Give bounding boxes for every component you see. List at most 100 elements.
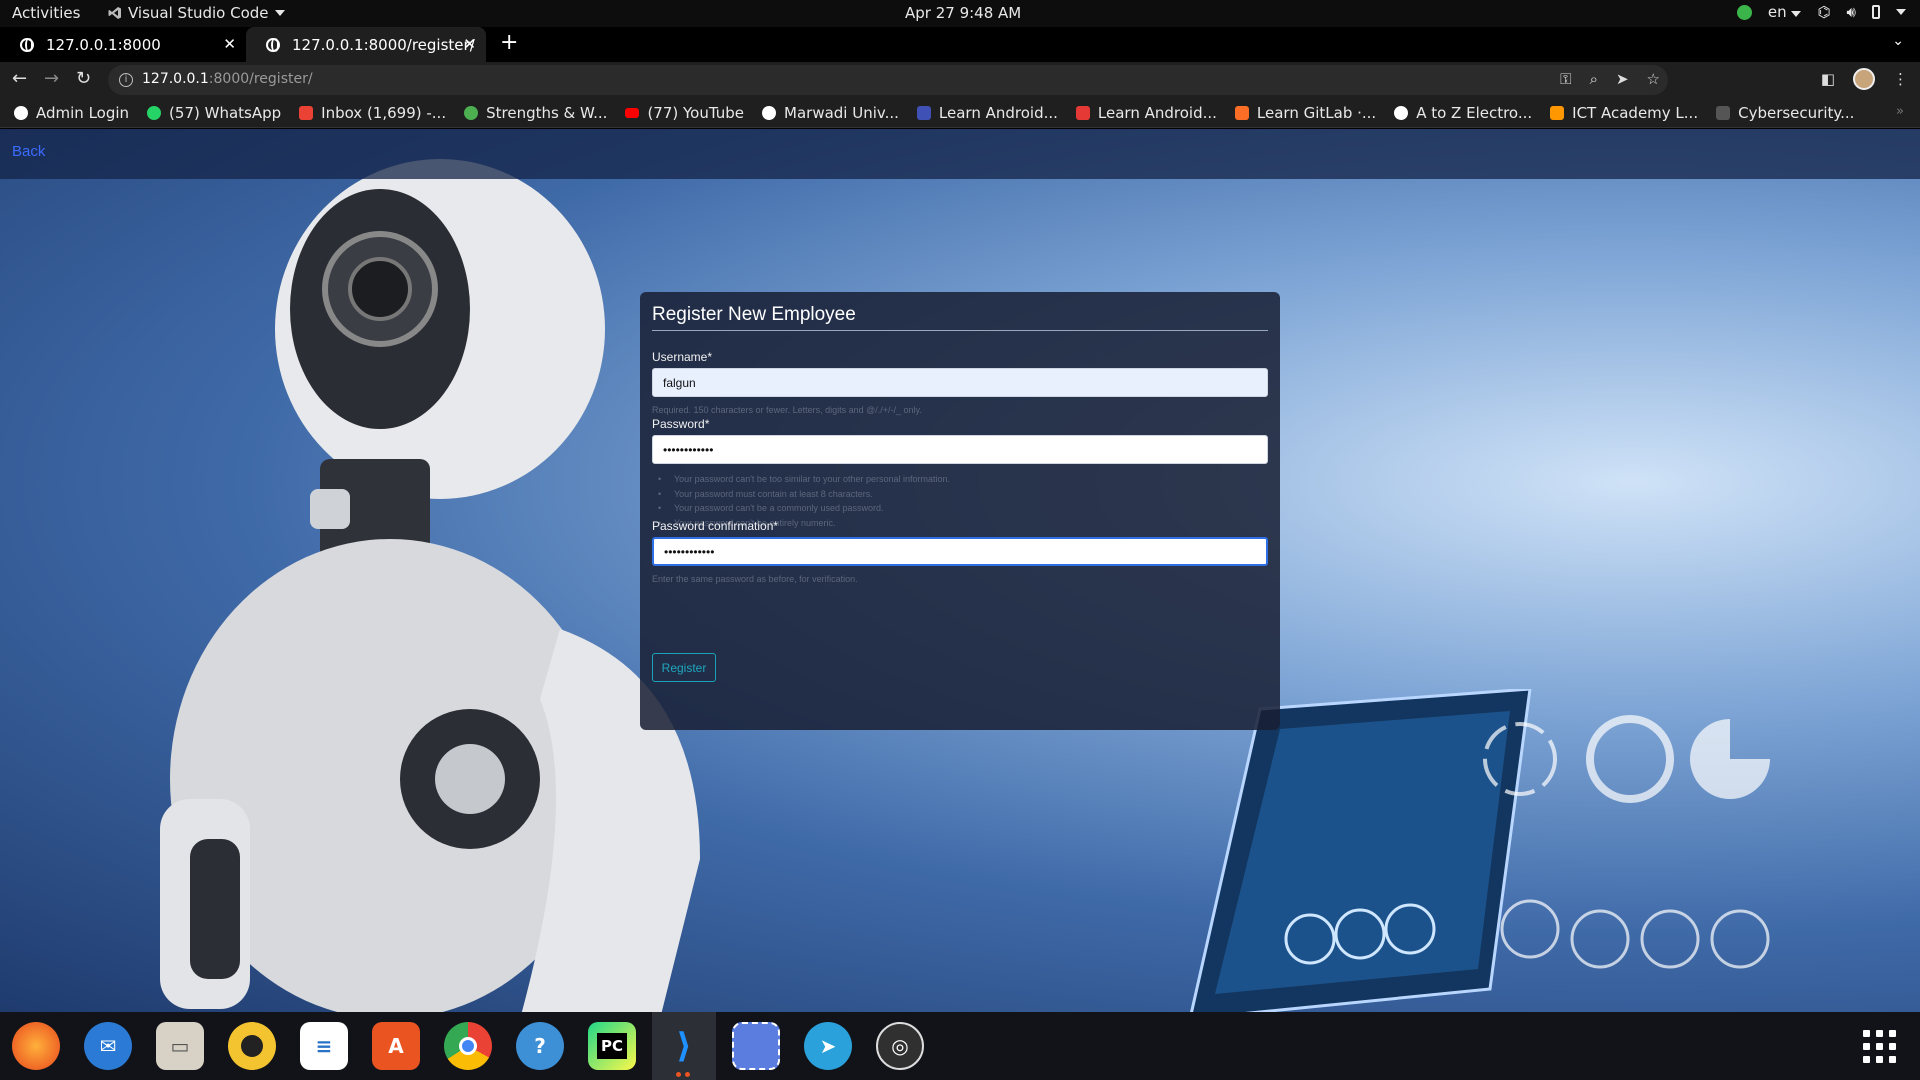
bookmark-ict-academy[interactable]: ICT Academy L... <box>1550 104 1698 122</box>
app-menu[interactable]: Visual Studio Code <box>108 4 285 22</box>
globe-icon <box>20 37 34 52</box>
tab-title: 127.0.0.1:8000/register/ <box>292 35 475 54</box>
username-input[interactable]: falgun <box>652 368 1268 397</box>
pycharm-icon[interactable]: PC <box>588 1022 636 1070</box>
update-shield-icon[interactable] <box>1736 4 1752 20</box>
activities-button[interactable]: Activities <box>12 4 80 22</box>
bookmark-atoz[interactable]: A to Z Electro... <box>1394 104 1532 122</box>
system-tray[interactable]: en ⌬ 🔊︎ <box>1736 3 1906 21</box>
bookmark-label: (77) YouTube <box>647 103 745 122</box>
chrome-icon[interactable] <box>444 1022 492 1070</box>
avatar[interactable] <box>1853 68 1875 90</box>
password-confirmation-value: •••••••••••• <box>664 544 715 559</box>
bookmark-label: ICT Academy L... <box>1572 103 1699 122</box>
bookmark-label: A to Z Electro... <box>1416 103 1533 122</box>
address-bar[interactable]: i 127.0.0.1:8000/register/ ⚿ ⌕ ➤ ☆ <box>108 65 1668 95</box>
back-link[interactable]: Back <box>12 143 45 160</box>
tab-search-chevron-icon[interactable]: ⌄ <box>1892 33 1904 49</box>
bookmark-label: Admin Login <box>36 103 130 122</box>
password-rule: Your password can't be a commonly used p… <box>658 501 950 516</box>
bookmark-label: Learn Android... <box>1097 103 1217 122</box>
bookmark-strengths[interactable]: Strengths & W... <box>464 104 607 122</box>
password-input[interactable]: •••••••••••• <box>652 435 1268 464</box>
new-tab-button[interactable]: + <box>500 30 518 55</box>
youtube-icon <box>625 107 640 118</box>
browser-toolbar: ← → ↻ i 127.0.0.1:8000/register/ ⚿ ⌕ ➤ ☆… <box>0 62 1920 98</box>
back-arrow-icon[interactable]: ← <box>12 68 27 89</box>
close-icon[interactable]: ✕ <box>223 35 236 53</box>
password-label: Password* <box>652 417 710 431</box>
url-host: 127.0.0.1 <box>142 71 209 87</box>
url-text[interactable]: 127.0.0.1:8000/register/ <box>142 71 313 87</box>
show-applications-icon[interactable] <box>1863 1030 1896 1063</box>
thunderbird-icon[interactable]: ✉ <box>84 1022 132 1070</box>
password-confirmation-input[interactable]: •••••••••••• <box>652 537 1268 566</box>
browser-tab-bar: 127.0.0.1:8000 ✕ 127.0.0.1:8000/register… <box>0 27 1920 62</box>
password-value: •••••••••••• <box>663 442 714 457</box>
globe-icon <box>14 105 28 120</box>
hud-illustration <box>1483 715 1770 969</box>
language-indicator[interactable]: en <box>1768 3 1802 21</box>
chevron-down-icon <box>1791 11 1802 17</box>
gitlab-icon <box>1234 105 1249 120</box>
tab-home[interactable]: 127.0.0.1:8000 ✕ <box>0 27 246 62</box>
register-button[interactable]: Register <box>652 653 716 682</box>
cloud-icon <box>1716 105 1731 120</box>
star-icon[interactable]: ☆ <box>1647 70 1660 88</box>
more-bookmarks-icon[interactable]: » <box>1896 104 1904 119</box>
bookmark-marwadi[interactable]: Marwadi Univ... <box>762 104 899 122</box>
triangle-icon <box>1075 105 1090 120</box>
tab-title: 127.0.0.1:8000 <box>46 35 161 54</box>
screenshot-icon[interactable] <box>732 1022 780 1070</box>
help-icon[interactable]: ? <box>516 1022 564 1070</box>
system-menu-chevron-icon[interactable] <box>1896 9 1906 15</box>
bookmark-label: Marwadi Univ... <box>784 103 899 122</box>
bookmark-admin-login[interactable]: Admin Login <box>14 104 129 122</box>
form-title: Register New Employee <box>652 304 1268 331</box>
vscode-icon <box>108 7 121 19</box>
password-confirmation-label: Password confirmation* <box>652 519 779 533</box>
battery-icon[interactable] <box>1872 5 1880 19</box>
side-panel-icon[interactable]: ◧ <box>1821 70 1835 88</box>
bookmark-learn-gitlab[interactable]: Learn GitLab ·... <box>1234 104 1376 122</box>
key-icon[interactable]: ⚿ <box>1560 70 1571 88</box>
rhythmbox-icon[interactable] <box>228 1022 276 1070</box>
clock[interactable]: Apr 27 9:48 AM <box>905 4 1021 22</box>
dock: ✉ ▭ ≡ A ? PC ⟩ ➤ ◎ <box>0 1012 1920 1080</box>
bookmark-whatsapp[interactable]: (57) WhatsApp <box>147 104 281 122</box>
network-icon[interactable]: ⌬ <box>1817 3 1830 21</box>
reload-icon[interactable]: ↻ <box>76 68 91 89</box>
kebab-menu-icon[interactable]: ⋮ <box>1893 70 1908 88</box>
bookmark-gmail[interactable]: Inbox (1,699) -... <box>299 104 446 122</box>
username-value: falgun <box>663 375 696 390</box>
gmail-icon <box>299 105 314 120</box>
url-path: :8000/register/ <box>208 71 313 87</box>
bookmark-learn-android-2[interactable]: Learn Android... <box>1075 103 1217 122</box>
username-label: Username* <box>652 350 713 364</box>
forward-arrow-icon[interactable]: → <box>44 68 59 89</box>
bookmark-label: Strengths & W... <box>486 103 608 122</box>
bookmark-learn-android-1[interactable]: Learn Android... <box>916 104 1058 122</box>
bookmark-label: Cybersecurity... <box>1738 103 1855 122</box>
running-indicator <box>676 1072 690 1077</box>
site-info-icon[interactable]: i <box>119 73 133 87</box>
password-rule: Your password must contain at least 8 ch… <box>658 487 950 502</box>
bookmarks-bar: Admin Login (57) WhatsApp Inbox (1,699) … <box>0 98 1920 128</box>
volume-icon[interactable]: 🔊︎ <box>1847 3 1856 21</box>
zoom-icon[interactable]: ⌕ <box>1590 70 1598 88</box>
vscode-dock-icon[interactable]: ⟩ <box>660 1022 708 1070</box>
software-center-icon[interactable]: A <box>372 1022 420 1070</box>
tab-register[interactable]: 127.0.0.1:8000/register/ ✕ <box>246 27 486 62</box>
bookmark-youtube[interactable]: (77) YouTube <box>625 104 744 122</box>
firefox-icon[interactable] <box>12 1022 60 1070</box>
obs-icon[interactable]: ◎ <box>876 1022 924 1070</box>
bookmark-label: (57) WhatsApp <box>169 103 282 122</box>
system-top-bar: Activities Visual Studio Code Apr 27 9:4… <box>0 0 1920 27</box>
writer-icon[interactable]: ≡ <box>300 1022 348 1070</box>
close-icon[interactable]: ✕ <box>463 35 476 53</box>
app-name: Visual Studio Code <box>128 4 269 22</box>
telegram-icon[interactable]: ➤ <box>804 1022 852 1070</box>
bookmark-cybersecurity[interactable]: Cybersecurity... <box>1716 104 1854 122</box>
files-icon[interactable]: ▭ <box>156 1022 204 1070</box>
send-icon[interactable]: ➤ <box>1616 70 1629 88</box>
